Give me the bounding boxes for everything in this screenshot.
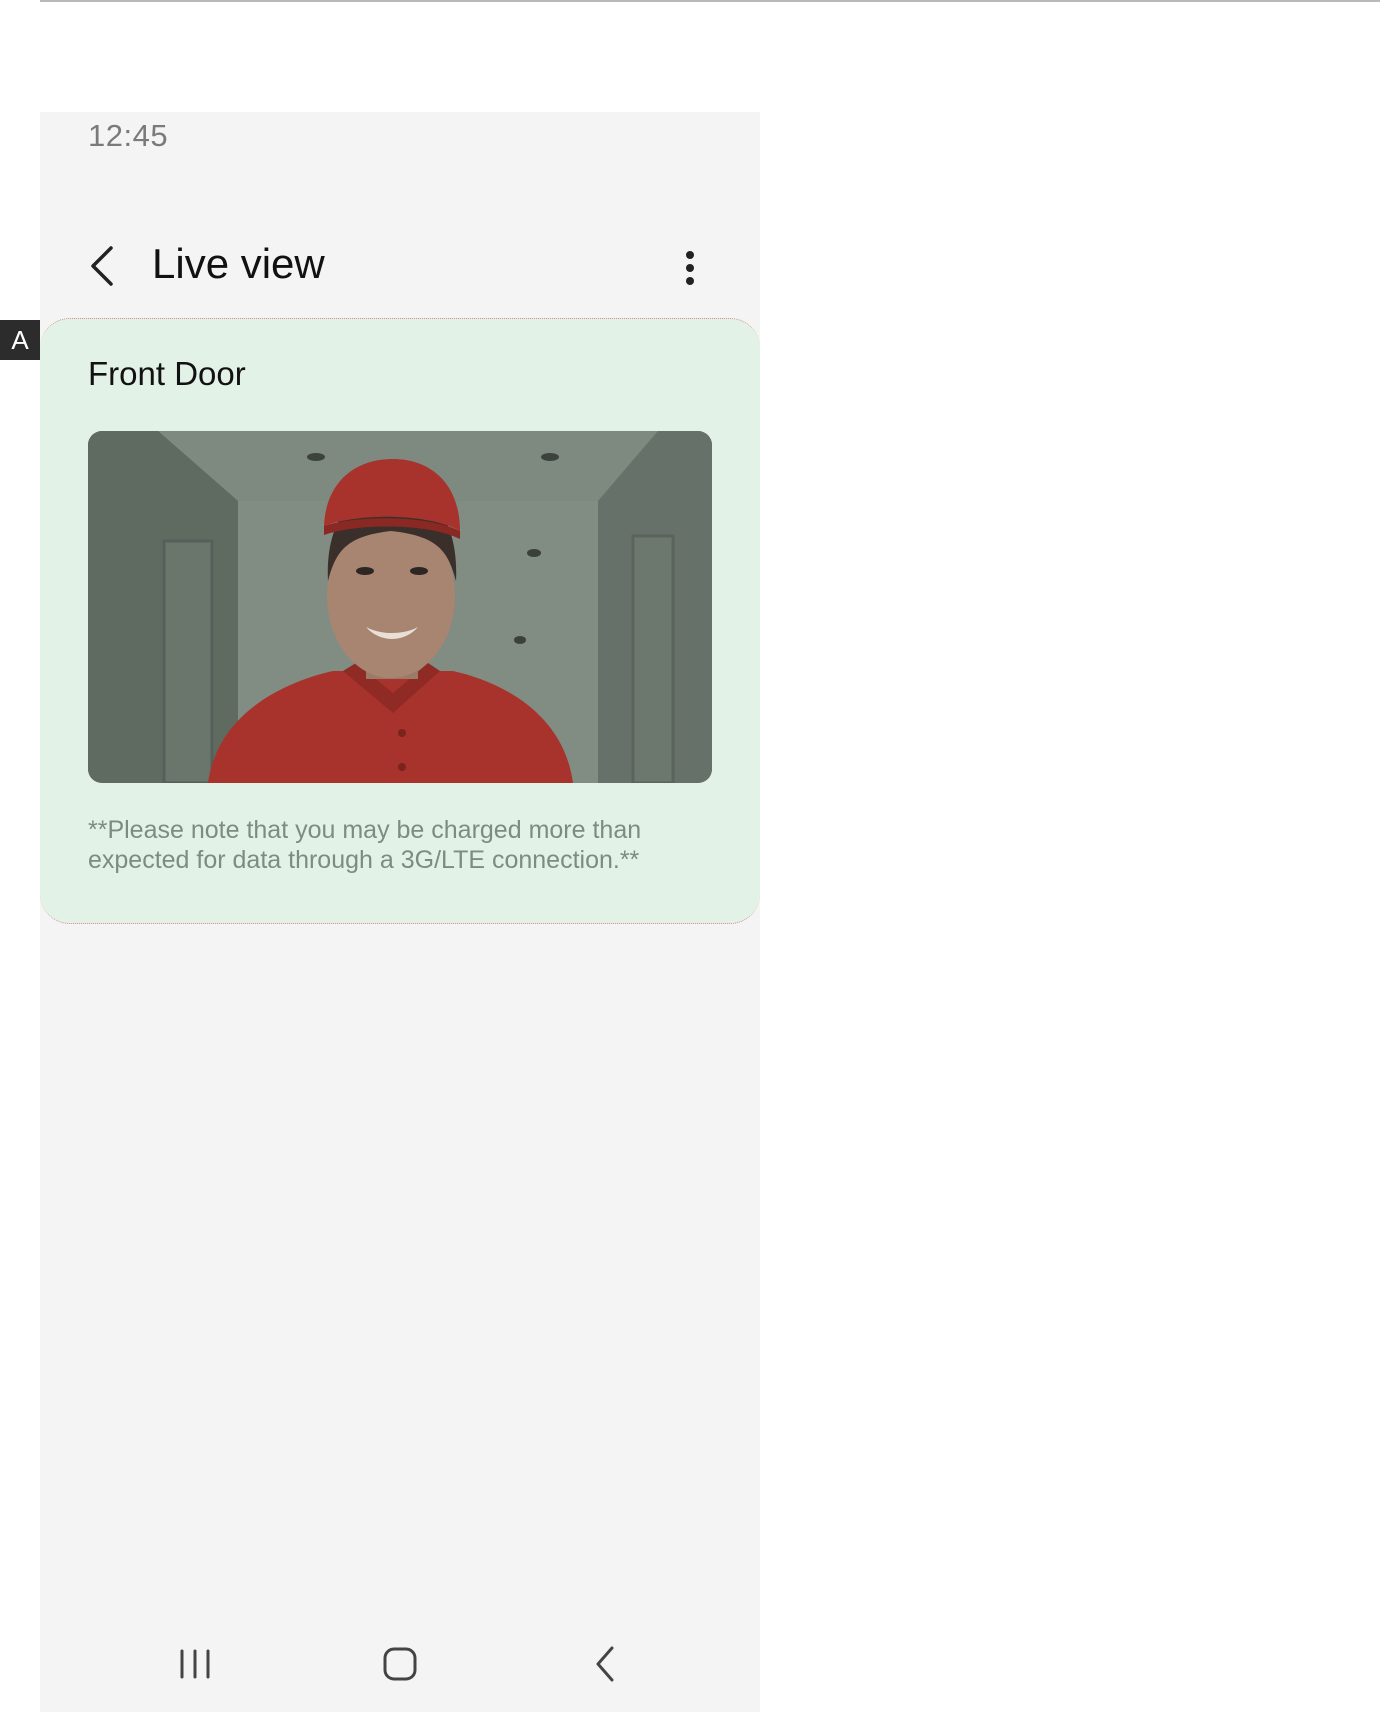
nav-back-button[interactable] <box>570 1634 640 1694</box>
status-time: 12:45 <box>88 118 169 153</box>
camera-name: Front Door <box>88 355 246 392</box>
chevron-left-icon <box>91 246 113 286</box>
page-title: Live view <box>152 240 325 287</box>
back-button[interactable] <box>80 236 124 296</box>
top-divider <box>40 0 1380 2</box>
phone-screen: 12:45 Live view Front Door **Please note… <box>40 112 760 1712</box>
data-charge-notice: **Please note that you may be charged mo… <box>88 816 642 874</box>
recents-button[interactable] <box>160 1634 230 1694</box>
app-bar: Live view <box>40 212 760 322</box>
back-icon <box>596 1646 614 1682</box>
more-vert-icon <box>686 251 694 285</box>
system-nav-bar <box>40 1622 760 1712</box>
more-options-button[interactable] <box>670 238 710 298</box>
recents-icon <box>180 1649 210 1679</box>
home-icon <box>383 1647 417 1681</box>
camera-card[interactable]: Front Door **Please note that you may be… <box>40 318 760 924</box>
camera-feed[interactable] <box>88 431 712 783</box>
annotation-label: A <box>0 320 40 360</box>
camera-feed-image <box>88 431 712 783</box>
home-button[interactable] <box>365 1634 435 1694</box>
